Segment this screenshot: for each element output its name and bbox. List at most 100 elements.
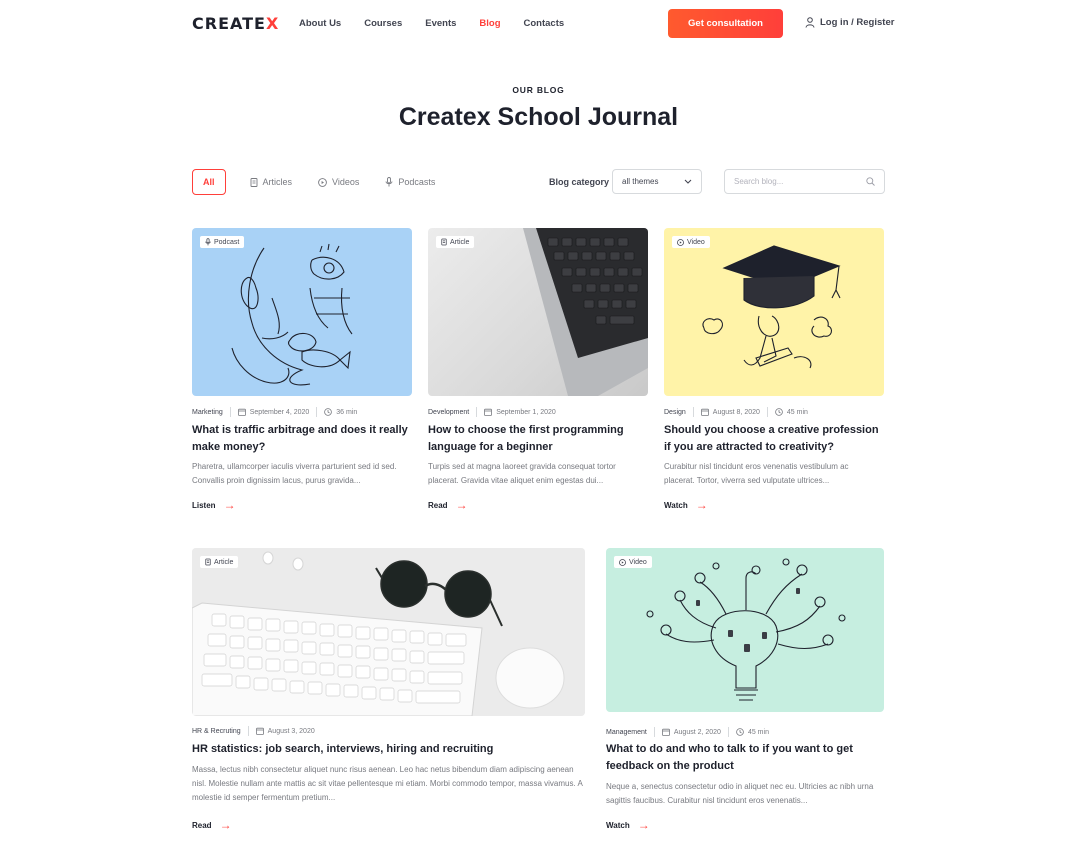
card-thumbnail[interactable]: Article: [428, 228, 648, 396]
card-excerpt: Neque a, senectus consectetur odio in al…: [606, 782, 874, 805]
card-title[interactable]: What is traffic arbitrage and does it re…: [192, 422, 412, 456]
filter-all-button[interactable]: All: [192, 169, 226, 195]
meta-divider: [727, 727, 729, 737]
login-register-link[interactable]: Log in / Register: [805, 17, 894, 28]
card-duration: 45 min: [775, 408, 808, 416]
calendar-icon: [237, 408, 246, 416]
card-date: September 4, 2020: [237, 408, 309, 416]
clock-icon: [775, 408, 783, 416]
card-title[interactable]: What to do and who to talk to if you wan…: [606, 741, 878, 775]
play-icon: [318, 177, 327, 187]
arrow-right-icon: →: [695, 498, 708, 512]
card-thumbnail[interactable]: Podcast: [192, 228, 412, 396]
filter-articles-button[interactable]: Articles: [250, 169, 292, 195]
lightbulb-illustration: [646, 558, 846, 701]
nav-courses[interactable]: Courses: [364, 18, 402, 29]
chevron-down-icon: [684, 179, 692, 184]
card-title[interactable]: Should you choose a creative profession …: [664, 422, 884, 456]
post-type-label: Podcast: [214, 238, 240, 246]
card-action-label: Listen: [192, 500, 216, 510]
arrow-right-icon: →: [223, 498, 236, 512]
nav-events[interactable]: Events: [425, 18, 456, 29]
card-duration: 36 min: [324, 408, 357, 416]
watch-link[interactable]: Watch →: [664, 498, 708, 512]
card-date-text: August 8, 2020: [712, 408, 760, 416]
post-type-badge: Article: [436, 236, 475, 248]
graduation-cap-illustration: [702, 245, 841, 369]
post-type-label: Article: [450, 238, 470, 246]
nav-contacts[interactable]: Contacts: [524, 18, 565, 29]
read-link[interactable]: Read →: [428, 498, 468, 512]
card-action-label: Read: [428, 500, 448, 510]
file-icon: [441, 238, 447, 246]
blog-category-value: all themes: [622, 177, 659, 186]
card-date: August 8, 2020: [700, 408, 760, 416]
card-title[interactable]: HR statistics: job search, interviews, h…: [192, 741, 585, 758]
blog-card[interactable]: Video Management August 2, 2020 45 min W…: [606, 548, 884, 838]
line-art-face-illustration: [231, 243, 353, 386]
nav-blog[interactable]: Blog: [479, 18, 500, 29]
card-excerpt: Turpis sed at magna laoreet gravida cons…: [428, 462, 616, 485]
filter-videos-label: Videos: [332, 177, 360, 187]
read-link[interactable]: Read →: [192, 818, 232, 832]
card-category: Design: [664, 408, 686, 416]
search-input[interactable]: Search blog...: [724, 169, 885, 194]
page-title: Createx School Journal: [398, 103, 679, 131]
blog-card[interactable]: Video Design August 8, 2020 45 min Shoul…: [664, 228, 884, 518]
watch-link[interactable]: Watch →: [606, 818, 650, 832]
filter-podcasts-button[interactable]: Podcasts: [385, 169, 435, 195]
card-category: Management: [606, 728, 647, 736]
card-date-text: August 2, 2020: [673, 728, 721, 736]
card-date-text: August 3, 2020: [267, 727, 315, 735]
arrow-right-icon: →: [637, 818, 650, 832]
card-date: August 2, 2020: [661, 728, 721, 736]
card-date: August 3, 2020: [255, 727, 315, 735]
post-type-badge: Article: [200, 556, 239, 568]
section-eyebrow: OUR BLOG: [512, 85, 565, 95]
nav-about-us[interactable]: About Us: [299, 18, 341, 29]
blog-card[interactable]: Podcast Marketing September 4, 2020 36 m…: [192, 228, 412, 518]
laptop-photo: [523, 228, 648, 396]
card-meta: Design August 8, 2020 45 min: [664, 407, 808, 417]
logo[interactable]: CREATEX: [192, 14, 279, 33]
card-thumbnail[interactable]: Video: [606, 548, 884, 712]
card-category: Marketing: [192, 408, 223, 416]
blog-card[interactable]: Article HR & Recruting August 3, 2020 HR…: [192, 548, 585, 838]
play-icon: [619, 558, 626, 566]
blog-category-select[interactable]: all themes: [612, 169, 702, 194]
calendar-icon: [484, 408, 493, 416]
post-type-filters: All Articles Videos Podcasts: [192, 169, 461, 195]
card-title[interactable]: How to choose the first programming lang…: [428, 422, 648, 456]
arrow-right-icon: →: [455, 498, 468, 512]
clock-icon: [736, 728, 744, 736]
play-icon: [677, 238, 684, 246]
card-duration: 45 min: [736, 728, 769, 736]
post-type-badge: Video: [614, 556, 652, 568]
meta-divider: [229, 407, 231, 417]
microphone-icon: [385, 177, 393, 187]
calendar-icon: [255, 727, 264, 735]
search-placeholder: Search blog...: [734, 177, 784, 186]
get-consultation-button[interactable]: Get consultation: [668, 9, 783, 38]
file-icon: [205, 558, 211, 566]
listen-link[interactable]: Listen →: [192, 498, 236, 512]
card-duration-text: 36 min: [336, 408, 358, 416]
blog-card[interactable]: Article Development September 1, 2020 Ho…: [428, 228, 648, 518]
card-meta: HR & Recruting August 3, 2020: [192, 726, 315, 736]
arrow-right-icon: →: [219, 818, 232, 832]
card-thumbnail[interactable]: Video: [664, 228, 884, 396]
card-duration-text: 45 min: [786, 408, 808, 416]
search-icon: [866, 177, 875, 186]
blog-category-label: Blog category: [549, 177, 610, 187]
calendar-icon: [661, 728, 670, 736]
calendar-icon: [700, 408, 709, 416]
card-thumbnail[interactable]: Article: [192, 548, 585, 716]
logo-text: CREATE: [192, 14, 266, 33]
card-action-label: Watch: [606, 820, 630, 830]
card-meta: Management August 2, 2020 45 min: [606, 727, 769, 737]
card-duration-text: 45 min: [747, 728, 769, 736]
meta-divider: [692, 407, 694, 417]
filter-videos-button[interactable]: Videos: [318, 169, 359, 195]
post-type-badge: Video: [672, 236, 710, 248]
file-icon: [250, 177, 257, 187]
